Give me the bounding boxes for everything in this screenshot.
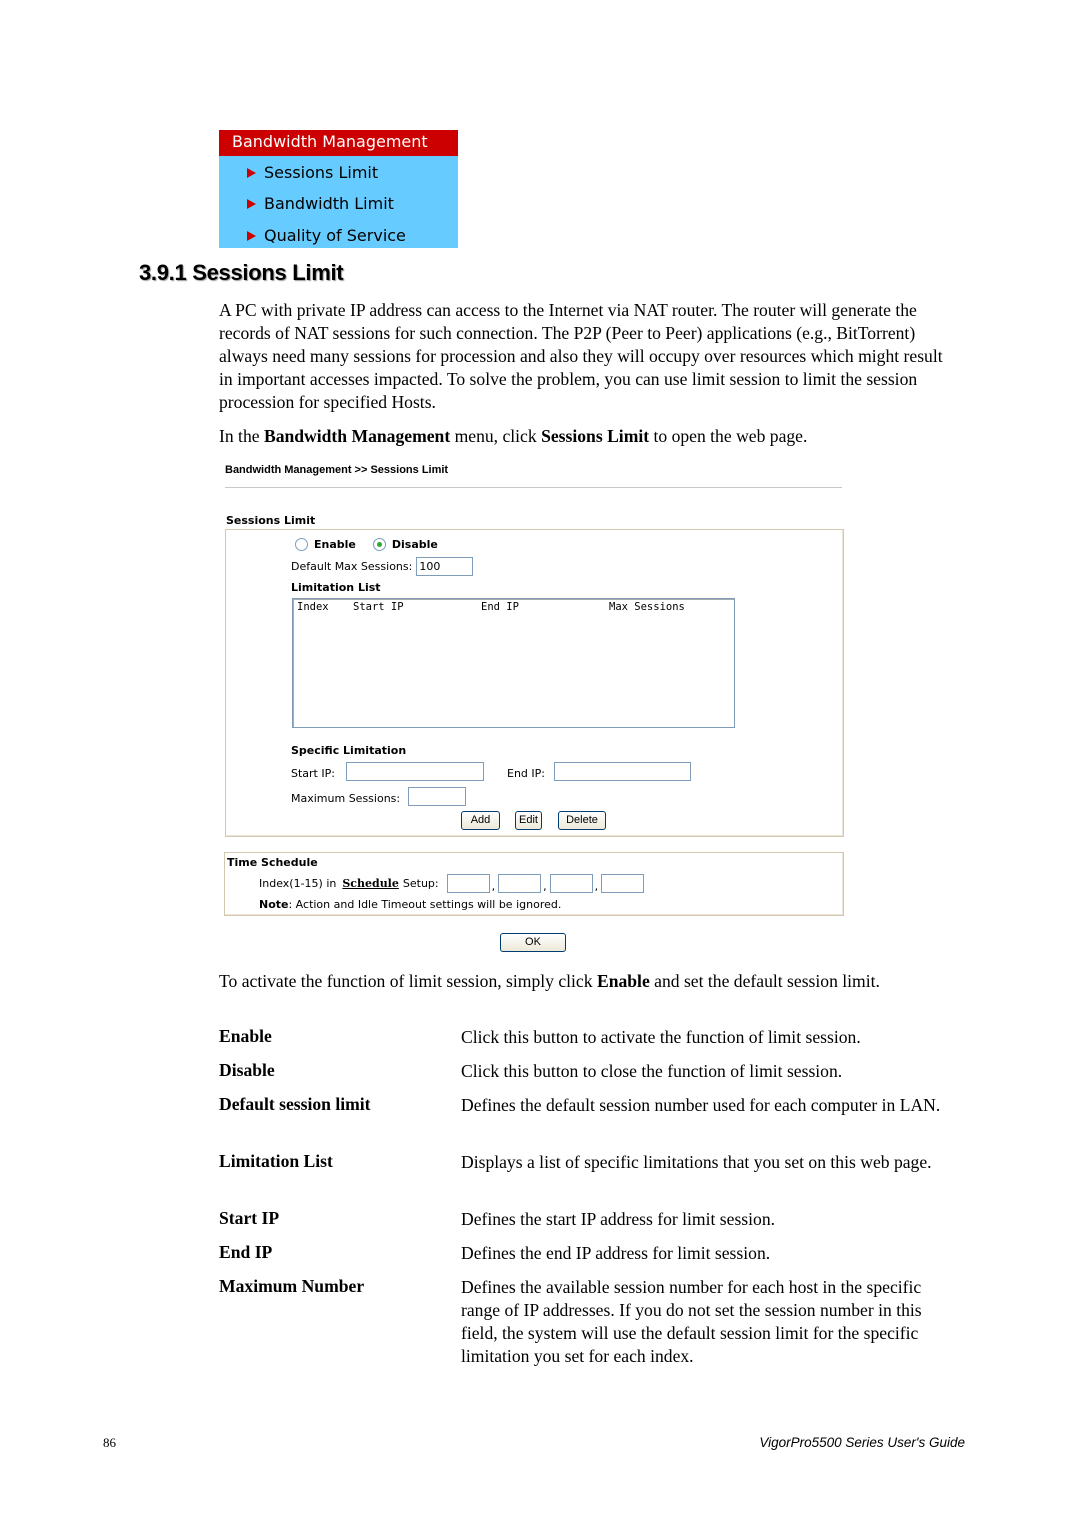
bandwidth-management-menu: Bandwidth Management Sessions Limit Band… [219, 130, 458, 248]
specific-limitation-title: Specific Limitation [291, 744, 407, 757]
menu-item-bandwidth-limit[interactable]: Bandwidth Limit [247, 194, 394, 213]
comma-separator: , [594, 880, 599, 893]
start-ip-input[interactable] [346, 762, 484, 781]
menu-item-quality-of-service[interactable]: Quality of Service [247, 226, 406, 245]
schedule-index-input-2[interactable] [498, 874, 542, 893]
menu-item-sessions-limit[interactable]: Sessions Limit [247, 163, 378, 182]
note-text: : Action and Idle Timeout settings will … [288, 898, 562, 911]
note-label: Note [259, 898, 289, 911]
menu-item-label: Sessions Limit [264, 163, 379, 182]
breadcrumb: Bandwidth Management >> Sessions Limit [225, 464, 449, 476]
maximum-sessions-input[interactable] [408, 787, 466, 806]
definition-description: Defines the default session number used … [461, 1095, 941, 1115]
disable-radio[interactable] [372, 538, 386, 551]
maximum-sessions-label: Maximum Sessions: [291, 792, 401, 805]
definition-description: Defines the end IP address for limit ses… [461, 1243, 771, 1263]
schedule-index-input-1[interactable] [446, 874, 490, 893]
enable-radio-label[interactable]: Enable [314, 538, 356, 551]
column-header-max-sessions: Max Sessions [609, 601, 685, 613]
schedule-index-label: Index(1-15) in [259, 877, 337, 890]
instruction-menu-name: Bandwidth Management [263, 426, 451, 446]
triangle-right-icon [247, 167, 256, 178]
section-heading: 3.9.1 Sessions Limit [139, 260, 344, 285]
column-header-index: Index [297, 601, 329, 613]
definition-description: Click this button to close the function … [461, 1061, 843, 1081]
schedule-note: Note: Action and Idle Timeout settings w… [259, 898, 561, 911]
ok-button[interactable]: OK [500, 933, 566, 952]
triangle-right-icon [247, 198, 256, 209]
schedule-index-row: Index(1-15) in Schedule Setup: , , , [259, 874, 645, 893]
page-number: 86 [103, 1435, 116, 1450]
column-header-start-ip: Start IP [353, 601, 404, 613]
menu-item-label: Bandwidth Limit [264, 194, 394, 213]
definition-description: Click this button to activate the functi… [461, 1027, 861, 1047]
definition-term: Default session limit [219, 1094, 371, 1114]
default-max-sessions-row: Default Max Sessions: [291, 557, 474, 576]
definition-term: End IP [219, 1242, 273, 1262]
enable-radio[interactable] [295, 538, 308, 551]
definition-term: Maximum Number [219, 1276, 365, 1296]
sessions-limit-title: Sessions Limit [226, 514, 316, 527]
schedule-index-input-3[interactable] [549, 874, 593, 893]
menu-title: Bandwidth Management [219, 130, 458, 156]
triangle-right-icon [247, 230, 256, 241]
end-ip-input[interactable] [554, 762, 691, 781]
limitation-list-title: Limitation List [291, 581, 381, 594]
time-schedule-title: Time Schedule [227, 856, 318, 869]
default-max-sessions-input[interactable] [416, 557, 474, 576]
setup-label: Setup: [402, 877, 439, 890]
instruction-item-name: Sessions Limit [541, 426, 650, 446]
column-header-end-ip: End IP [481, 601, 519, 613]
activate-text: To activate the function of limit sessio… [219, 971, 597, 991]
definition-term: Disable [219, 1060, 275, 1080]
definition-description: Defines the available session number for… [461, 1277, 922, 1366]
instruction-text: In the [219, 426, 264, 446]
definition-term: Limitation List [219, 1151, 333, 1171]
menu-item-label: Quality of Service [264, 226, 406, 245]
default-max-sessions-label: Default Max Sessions: [291, 560, 413, 573]
enable-disable-radio-group: Enable Disable [295, 538, 455, 551]
comma-separator: , [543, 880, 547, 893]
delete-button[interactable]: Delete [558, 811, 606, 830]
definition-term: Start IP [219, 1208, 280, 1228]
guide-title: VigorPro5500 Series User's Guide [759, 1435, 965, 1450]
edit-button[interactable]: Edit [515, 811, 542, 830]
add-button[interactable]: Add [461, 811, 500, 830]
intro-paragraph: A PC with private IP address can access … [219, 300, 943, 412]
instruction-text: to open the web page. [649, 426, 808, 446]
instruction-text: menu, click [450, 426, 542, 446]
end-ip-label: End IP: [507, 767, 545, 780]
definition-term: Enable [219, 1026, 272, 1046]
divider [225, 487, 842, 488]
limitation-list-box[interactable]: Index Start IP End IP Max Sessions [292, 598, 735, 728]
disable-radio-label[interactable]: Disable [392, 538, 438, 551]
schedule-index-input-4[interactable] [601, 874, 645, 893]
activate-enable-term: Enable [596, 971, 650, 991]
start-ip-label: Start IP: [291, 767, 335, 780]
comma-separator: , [491, 880, 496, 893]
definition-description: Defines the start IP address for limit s… [461, 1209, 776, 1229]
definition-description: Displays a list of specific limitations … [461, 1152, 932, 1172]
activate-paragraph: To activate the function of limit sessio… [219, 970, 959, 993]
schedule-link[interactable]: Schedule [342, 877, 399, 890]
activate-text: and set the default session limit. [649, 971, 880, 991]
instruction-paragraph: In the Bandwidth Management menu, click … [219, 425, 959, 448]
